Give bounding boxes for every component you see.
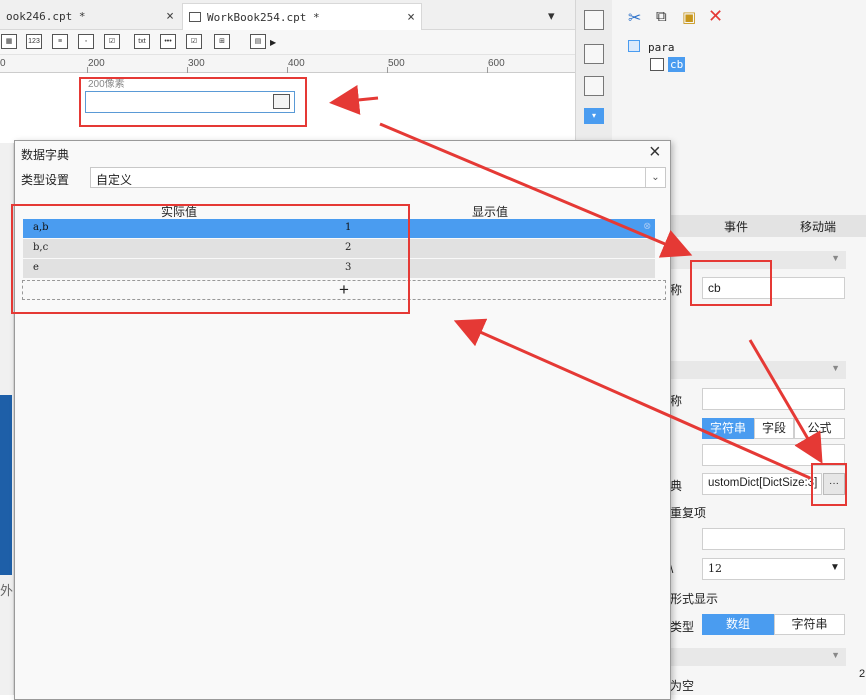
chevron-down-icon: ▼	[831, 650, 840, 660]
highlight-box-table	[11, 204, 410, 314]
seg-string-button[interactable]: 字符串	[702, 418, 754, 439]
left-fragment-label: 外	[0, 583, 14, 598]
close-icon[interactable]: ×	[166, 9, 174, 24]
radio-group-icon[interactable]: ◦	[78, 34, 94, 49]
ruler-label: 0	[0, 58, 6, 69]
close-icon[interactable]: ×	[407, 10, 415, 25]
paste-icon[interactable]: ▣	[682, 8, 696, 26]
font-size-select[interactable]: 12	[702, 558, 845, 580]
tab-workbook254[interactable]: WorkBook254.cpt * ×	[182, 3, 422, 30]
widget-value-field[interactable]	[702, 388, 845, 410]
props-tab-bar: 事件 移动端	[660, 215, 866, 237]
type-setting-label: 类型设置	[21, 173, 70, 187]
chevron-down-icon: ⌄	[645, 168, 665, 187]
frame-icon[interactable]	[584, 76, 604, 96]
widget-toolbar: ▦ 123 ≡ ◦ ☑ txt ••• ☑ ⊞ ▤ ▶	[0, 30, 575, 55]
type-string-button[interactable]: 字符串	[774, 614, 845, 635]
tab-bar: ook246.cpt * × WorkBook254.cpt * × ▾	[0, 0, 575, 30]
combo-widget[interactable]	[85, 91, 295, 113]
textarea-icon[interactable]: ≡	[52, 34, 68, 49]
chevron-down-icon: ▼	[831, 363, 840, 373]
tab-workbook246[interactable]: ook246.cpt * ×	[0, 3, 180, 30]
delete-icon[interactable]: ✕	[708, 6, 723, 27]
combo-node-icon	[650, 58, 664, 71]
display-form-label: 形式显示	[670, 592, 719, 606]
type-array-button[interactable]: 数组	[702, 614, 774, 635]
data-dictionary-dialog: 数据字典 × 类型设置 自定义 ⌄ 实际值 显示值 a,b 1 ⊗ b,c 2 …	[11, 140, 671, 700]
chevron-down-icon: ▼	[831, 253, 840, 263]
name-label-fragment: 称	[670, 283, 683, 297]
ruler-label: 200	[88, 58, 105, 69]
checkbox-group-icon[interactable]: ☑	[104, 34, 120, 49]
tree-icon[interactable]: ⊞	[214, 34, 230, 49]
return-type-label: 类型	[670, 620, 695, 634]
dict-label: 典	[670, 479, 683, 493]
chevron-down-icon[interactable]: ▼	[830, 562, 840, 573]
water-mark-field[interactable]	[702, 528, 845, 550]
delete-row-icon[interactable]: ⊗	[643, 221, 651, 232]
data-dictionary-field[interactable]: ustomDict[DictSize:3]	[702, 473, 822, 495]
type-select[interactable]: 自定义 ⌄	[90, 167, 666, 188]
column-display: 显示值	[472, 205, 509, 219]
ruler-label: 500	[388, 58, 405, 69]
tab-label: ook246.cpt *	[6, 10, 86, 23]
allow-empty-label: 为空	[670, 679, 695, 693]
tree-root-label[interactable]: para	[648, 41, 675, 54]
cut-icon[interactable]: ✂	[628, 8, 641, 28]
copy-icon[interactable]: ⧉	[656, 8, 667, 25]
checkbox-icon[interactable]: ☑	[186, 34, 202, 49]
section-header[interactable]: ▼	[670, 648, 846, 666]
text-icon[interactable]: txt	[134, 34, 150, 49]
field-label-fragment: 称	[670, 394, 683, 408]
tab-label: WorkBook254.cpt *	[207, 10, 320, 24]
tab-mobile[interactable]: 移动端	[800, 218, 836, 235]
ruler-label: 400	[288, 58, 305, 69]
collapse-button[interactable]: ▾	[584, 108, 604, 124]
dialog-title: 数据字典	[21, 148, 70, 162]
tab-menu-icon[interactable]: ▾	[548, 8, 555, 24]
left-blue-strip	[0, 395, 12, 575]
grid-icon[interactable]: ▦	[1, 34, 17, 49]
type-select-value: 自定义	[96, 173, 133, 187]
workbook-icon	[189, 12, 201, 22]
more-widgets-icon[interactable]: ▤	[250, 34, 266, 49]
edge-digit: 2	[859, 668, 866, 680]
password-icon[interactable]: •••	[160, 34, 176, 49]
close-icon[interactable]: ×	[649, 141, 661, 164]
seg-formula-button[interactable]: 公式	[794, 418, 845, 439]
seg-field-button[interactable]: 字段	[754, 418, 794, 439]
tree-child-label[interactable]: cb	[668, 57, 686, 72]
ruler-label: 300	[188, 58, 205, 69]
ruler: 0 200 300 400 500 600	[0, 55, 575, 73]
layout-icon[interactable]	[584, 10, 604, 30]
combo-dropdown-icon[interactable]	[273, 94, 290, 109]
highlight-box-name	[690, 260, 772, 306]
remove-duplicates-label: 重复项	[670, 506, 707, 520]
tab-event[interactable]: 事件	[724, 218, 748, 235]
widget-settings-icon[interactable]	[584, 44, 604, 64]
number-icon[interactable]: 123	[26, 34, 42, 49]
para-node-icon	[628, 40, 640, 52]
section-header[interactable]: ▼	[670, 361, 846, 379]
highlight-box-dict-button	[811, 463, 847, 506]
ruler-label: 600	[488, 58, 505, 69]
expand-icon[interactable]: ▶	[270, 38, 276, 47]
